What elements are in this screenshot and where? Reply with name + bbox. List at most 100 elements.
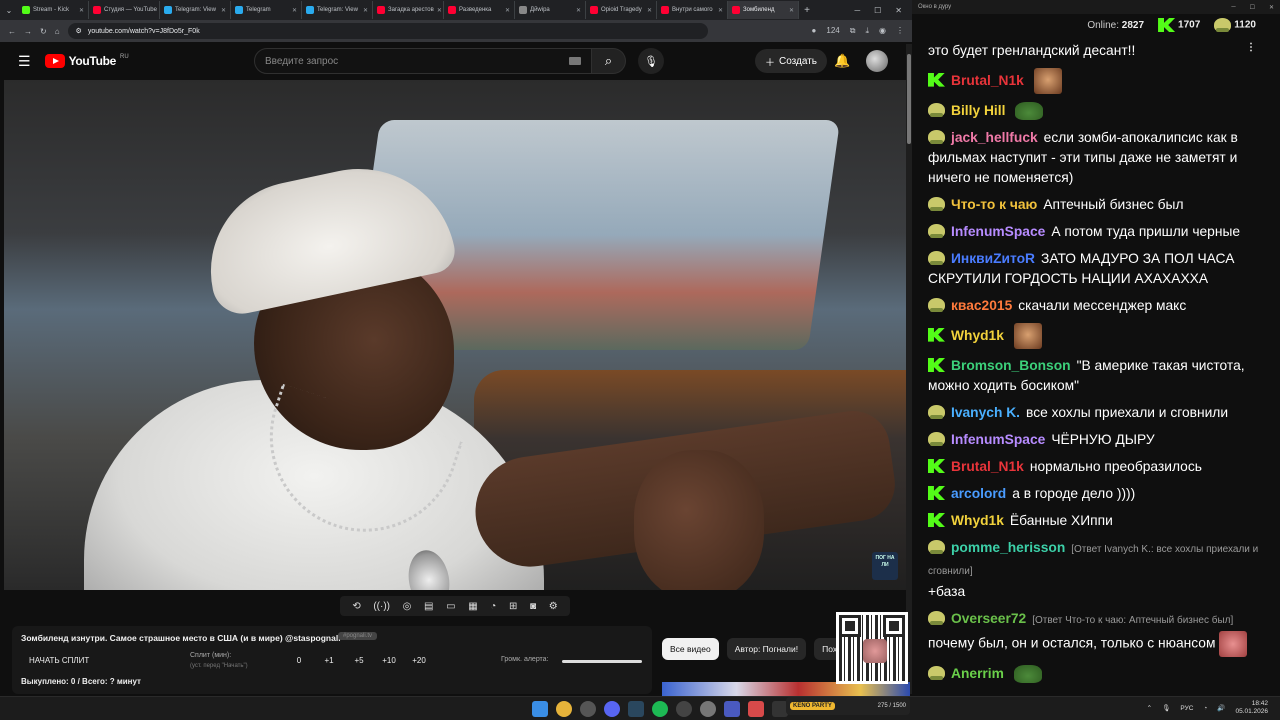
tab-close-icon[interactable]: ✕ — [221, 7, 226, 14]
chip-author[interactable]: Автор: Погнали! — [726, 638, 807, 660]
windows-start-icon[interactable] — [532, 701, 548, 717]
voice-search-button[interactable]: 🎙 — [638, 48, 664, 74]
split-add-20-button[interactable]: +20 — [404, 656, 434, 665]
chat-username[interactable]: InfenumSpace — [951, 224, 1045, 239]
tab-close-icon[interactable]: ✕ — [437, 7, 442, 14]
browser-tab[interactable]: Telegram ✕ — [231, 1, 302, 19]
new-tab-button[interactable]: + — [799, 5, 815, 16]
puzzle-icon[interactable]: ⧉ — [850, 26, 856, 36]
chat-message[interactable]: Ivanych K. все хохлы приехали и сговнили — [928, 400, 1274, 427]
youtube-logo[interactable]: YouTube RU — [44, 54, 129, 68]
avatar[interactable] — [866, 50, 888, 72]
add-icon[interactable]: ⊞ — [509, 601, 517, 612]
split-value[interactable]: 0 — [284, 656, 314, 665]
chat-username[interactable]: InfenumSpace — [951, 432, 1045, 447]
chat-message[interactable]: это будет гренландский десант!! — [928, 38, 1274, 65]
clock[interactable]: 18:42 05.01.2026 — [1235, 700, 1268, 716]
chat-message[interactable]: Whyd1k — [928, 320, 1274, 353]
related-video-thumbnail[interactable] — [662, 682, 910, 696]
browser-tab[interactable]: Stream - Kick ✕ — [18, 1, 89, 19]
chat-username[interactable]: pomme_herisson — [951, 540, 1065, 555]
chat-message[interactable]: Brutal_N1k нормально преобразилось — [928, 454, 1274, 481]
chat-message[interactable]: Billy Hill — [928, 98, 1274, 125]
tab-close-icon[interactable]: ✕ — [576, 7, 581, 14]
search-button[interactable]: ⌕ — [592, 48, 626, 74]
chat-username[interactable]: Что-то к чаю — [951, 197, 1037, 212]
clapper-icon[interactable]: ▤ — [424, 601, 433, 612]
media-icon[interactable] — [724, 701, 740, 717]
tab-close-icon[interactable]: ✕ — [505, 7, 510, 14]
chat-username[interactable]: квас2015 — [951, 298, 1012, 313]
wifi-icon[interactable]: ◔ — [1203, 705, 1207, 712]
chat-username[interactable]: Overseer72 — [951, 611, 1026, 626]
browser-tab[interactable]: Дйwipa ✕ — [515, 1, 586, 19]
notifications-bell-icon[interactable]: 🔔 — [834, 53, 850, 69]
tab-close-icon[interactable]: ✕ — [718, 7, 723, 14]
browser-tab[interactable]: Загадка арестов ✕ — [373, 1, 444, 19]
gauge-icon[interactable]: ◔ — [490, 601, 496, 612]
chip-all-videos[interactable]: Все видео — [662, 638, 719, 660]
mic-icon[interactable]: 🎙 — [1162, 704, 1170, 712]
browser-tab[interactable]: Opioid Tragedy ✕ — [586, 1, 657, 19]
chat-message[interactable]: Whyd1k Ёбанные ХИппи — [928, 508, 1274, 535]
chat-username[interactable]: Anerrim — [951, 666, 1004, 681]
keno-party-widget[interactable]: KENO PARTY 275 / 1500 — [786, 697, 910, 715]
reload-icon[interactable]: ↻ — [40, 27, 47, 36]
tab-close-icon[interactable]: ✕ — [647, 7, 652, 14]
browser-tab[interactable]: Telegram: View ✕ — [302, 1, 373, 19]
tab-search-icon[interactable]: ⌄ — [0, 6, 18, 15]
chat-message[interactable]: Что-то к чаю Аптечный бизнес был — [928, 192, 1274, 219]
app-icon[interactable] — [676, 701, 692, 717]
extension-badge[interactable]: 124 — [826, 26, 839, 36]
tab-close-icon[interactable]: ✕ — [789, 7, 794, 14]
extension-icon[interactable]: ● — [812, 26, 817, 36]
split-add-5-button[interactable]: +5 — [344, 656, 374, 665]
browser-tab[interactable]: Студия — YouTube✕ — [89, 1, 160, 19]
loop-icon[interactable]: ⟲ — [352, 601, 360, 612]
camera-eye-icon[interactable]: ◎ — [403, 601, 412, 612]
home-icon[interactable]: ⌂ — [55, 27, 60, 36]
chat-message[interactable]: ИнквиZитоR ЗАТО МАДУРО ЗА ПОЛ ЧАСА СКРУТИ… — [928, 246, 1274, 293]
scrollbar-thumb[interactable] — [907, 54, 911, 144]
chat-message[interactable]: jack_hellfuck если зомби-апокалипсис как … — [928, 125, 1274, 192]
discord-icon[interactable] — [604, 701, 620, 717]
chat-message[interactable]: Brutal_N1k — [928, 65, 1274, 98]
obs-icon[interactable] — [580, 701, 596, 717]
chat-message[interactable]: Anerrim — [928, 661, 1274, 688]
app-icon[interactable] — [700, 701, 716, 717]
split-add-1-button[interactable]: +1 — [314, 656, 344, 665]
back-icon[interactable]: ← — [8, 27, 16, 36]
alert-volume-slider[interactable] — [562, 660, 642, 663]
browser-tab[interactable]: Telegram: View ✕ — [160, 1, 231, 19]
close-icon[interactable]: ✕ — [1269, 4, 1274, 11]
maximize-icon[interactable]: ☐ — [1250, 4, 1255, 11]
chat-messages[interactable]: это будет гренландский десант!! Brutal_N1… — [928, 38, 1274, 688]
profile-icon[interactable]: ◉ — [879, 26, 886, 36]
tray-chevron-icon[interactable]: ⌃ — [1147, 704, 1152, 712]
keyboard-icon[interactable] — [569, 57, 581, 65]
app-icon[interactable] — [748, 701, 764, 717]
chat-message[interactable]: arcolord а в городе дело )))) — [928, 481, 1274, 508]
tab-close-icon[interactable]: ✕ — [363, 7, 368, 14]
steam-icon[interactable] — [628, 701, 644, 717]
close-icon[interactable]: ✕ — [895, 6, 902, 15]
search-input[interactable]: Введите запрос — [254, 48, 592, 74]
chat-message[interactable]: квас2015 скачали мессенджер макс — [928, 293, 1274, 320]
chat-username[interactable]: ИнквиZитоR — [951, 251, 1035, 266]
chat-message[interactable]: pomme_herisson [Ответ Ivanych K.: все хох… — [928, 535, 1274, 606]
video-player[interactable]: ПОГ НА ЛИ — [4, 80, 906, 590]
split-add-10-button[interactable]: +10 — [374, 656, 404, 665]
chat-username[interactable]: jack_hellfuck — [951, 130, 1038, 145]
spotify-icon[interactable] — [652, 701, 668, 717]
menu-icon[interactable]: ☰ — [18, 53, 31, 70]
chat-username[interactable]: Brutal_N1k — [951, 459, 1024, 474]
chat-message[interactable]: InfenumSpace ЧЁРНУЮ ДЫРУ — [928, 427, 1274, 454]
settings-icon[interactable]: ⚙ — [549, 601, 558, 612]
menu-icon[interactable]: ⋮ — [896, 26, 904, 36]
omnibox[interactable]: ⚙ youtube.com/watch?v=J8fDo5r_F0k — [67, 23, 708, 39]
screenshot-icon[interactable]: ◙ — [530, 601, 536, 612]
chat-username[interactable]: Whyd1k — [951, 328, 1004, 343]
channel-watermark[interactable]: ПОГ НА ЛИ — [872, 552, 898, 580]
tab-close-icon[interactable]: ✕ — [292, 7, 297, 14]
maximize-icon[interactable]: ☐ — [874, 6, 881, 15]
